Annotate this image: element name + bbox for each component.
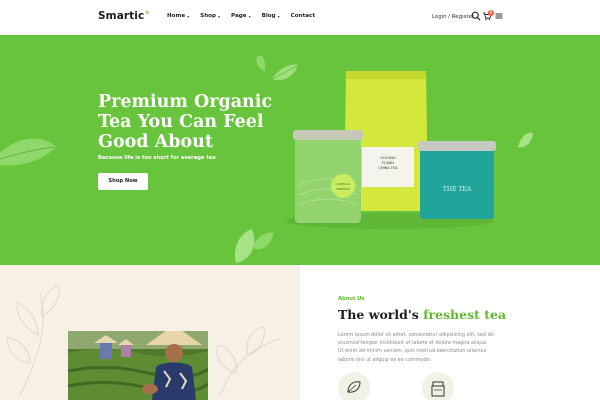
tin-label-1: CAMELLIA (336, 182, 352, 186)
chevron-down-icon: ▾ (218, 13, 221, 19)
tin-brand-text: THE TEA (443, 186, 472, 193)
search-icon[interactable] (471, 11, 481, 21)
tea-leaf-icon (0, 138, 56, 166)
hero-title-line-3: Good About (98, 132, 213, 152)
nav-contact-label: Contact (290, 13, 316, 19)
pouch-label-3: CHINA TEA (379, 166, 399, 170)
logo[interactable]: Smartic° (98, 10, 149, 22)
shop-now-button[interactable]: Shop Now (98, 173, 148, 190)
teal-tea-tin: THE TEA (418, 141, 496, 219)
tin-label-2: SINENSIS (336, 187, 350, 191)
about-description: Lorem ipsum dolor sit amet, consectetur … (338, 332, 494, 363)
chevron-down-icon: ▾ (248, 13, 251, 19)
nav-page-label: Page (231, 13, 247, 19)
green-tea-tin: CAMELLIA SINENSIS (293, 130, 363, 223)
main-nav: Home ▾ Shop ▾ Page ▾ Blog ▾ Contact (167, 13, 315, 19)
about-title-highlight: freshest tea (423, 307, 507, 322)
about-title-plain: The world's (338, 307, 424, 322)
pouch-label-2: FUJIAN (382, 161, 394, 165)
leaf-icon (347, 381, 361, 393)
hero-subtitle: Because life is too short for average te… (98, 155, 216, 161)
nav-blog-label: Blog (261, 13, 276, 19)
pouch-label-1: OOLONG (380, 156, 396, 160)
site-header: Smartic° Home ▾ Shop ▾ Page ▾ Blog ▾ Con… (0, 0, 600, 35)
hero-title-line-2: Tea You Can Feel (98, 112, 264, 132)
hero-title-line-1: Premium Organic (98, 92, 273, 112)
logo-mark: ° (145, 10, 150, 19)
tea-leaf-icon (256, 55, 266, 71)
about-title: The world's freshest tea (338, 307, 506, 322)
nav-contact[interactable]: Contact (291, 13, 315, 19)
tea-leaf-icon (518, 132, 533, 148)
nav-shop[interactable]: Shop ▾ (200, 13, 220, 19)
tea-leaf-icon (234, 229, 274, 263)
tea-leaf-icon (271, 64, 298, 81)
nav-home-label: Home (167, 13, 186, 19)
login-register-link[interactable]: Login / Register (432, 14, 474, 20)
logo-text: Smartic (98, 10, 145, 22)
hero-title: Premium Organic Tea You Can Feel Good Ab… (98, 92, 278, 152)
tea-picker-photo (68, 331, 208, 400)
chevron-down-icon: ▾ (277, 13, 280, 19)
chevron-down-icon: ▾ (187, 13, 190, 19)
nav-shop-label: Shop (200, 13, 217, 19)
nav-page[interactable]: Page ▾ (231, 13, 251, 19)
hero-product-illustration: OOLONG FUJIAN CHINA TEA CAMELLIA SINENSI… (0, 55, 533, 263)
tin-feature-badge (422, 372, 454, 400)
nav-blog[interactable]: Blog ▾ (262, 13, 280, 19)
leaf-feature-badge (338, 372, 370, 400)
menu-icon[interactable] (494, 11, 504, 21)
hero-section: OOLONG FUJIAN CHINA TEA CAMELLIA SINENSI… (0, 35, 600, 265)
about-label: About Us (338, 296, 365, 302)
tea-tin-icon (431, 381, 445, 397)
nav-home[interactable]: Home ▾ (167, 13, 189, 19)
